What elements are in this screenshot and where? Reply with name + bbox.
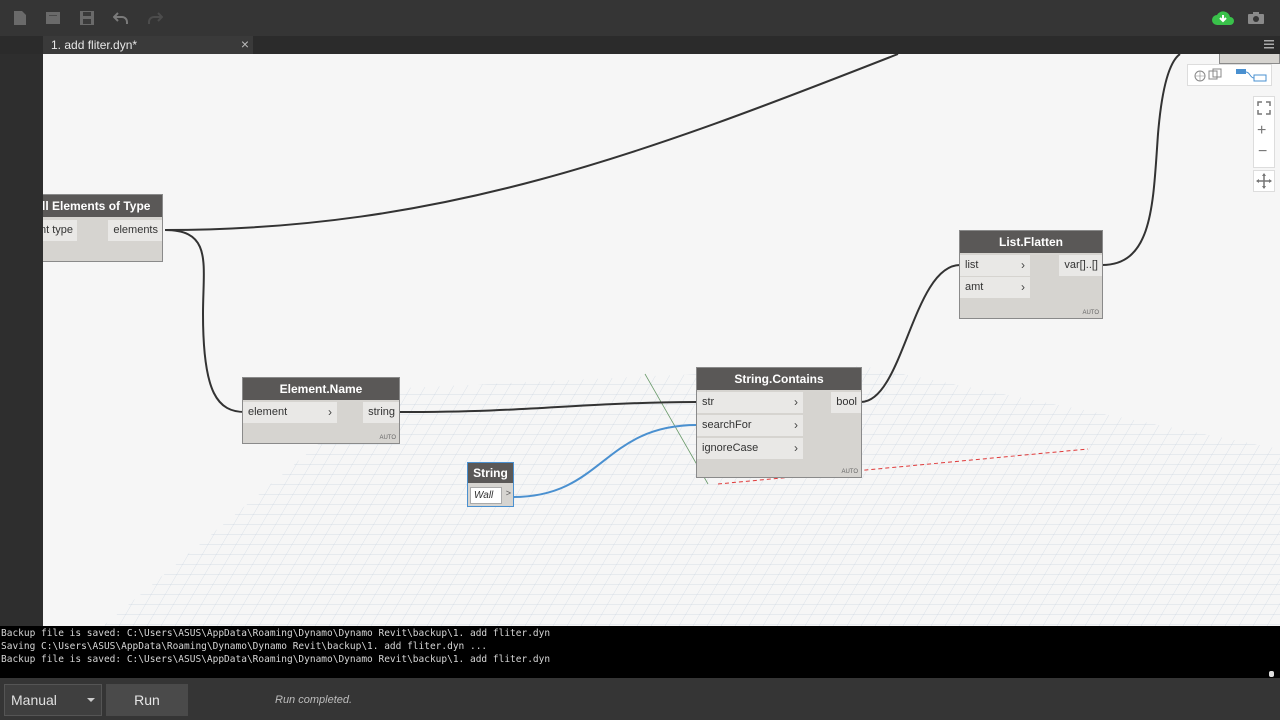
console-line: Backup file is saved: C:\Users\ASUS\AppD… — [1, 628, 551, 639]
wire-flatten-out — [1101, 54, 1181, 266]
console-scrollbar[interactable] — [1269, 671, 1274, 677]
chevron-right-icon: › — [794, 418, 798, 432]
port-ignorecase[interactable]: ignoreCase › — [697, 438, 803, 459]
tab-close-icon[interactable]: × — [241, 36, 249, 53]
graph-view-icon[interactable] — [1234, 67, 1268, 83]
port-element[interactable]: element › — [243, 402, 337, 423]
dynamo-window: 1. add fliter.dyn* × ll Elements of Type… — [0, 0, 1280, 720]
string-value-input[interactable]: Wall — [470, 487, 502, 504]
port-searchfor[interactable]: searchFor › — [697, 415, 803, 436]
wire-elements-to-element — [164, 229, 246, 413]
port-element-type[interactable]: nt type — [43, 220, 77, 241]
node-element-name[interactable]: Element.Name element › string AUTO — [242, 377, 400, 444]
node-offscreen[interactable] — [1219, 54, 1280, 64]
lacing-badge: AUTO — [841, 469, 858, 475]
port-label: searchFor — [702, 419, 752, 431]
chevron-right-icon: › — [328, 405, 332, 419]
fit-view-icon[interactable] — [1257, 101, 1271, 120]
view-toggle — [1187, 64, 1272, 86]
run-status-text: Run completed. — [275, 694, 353, 706]
port-string[interactable]: string — [363, 402, 399, 423]
wire-string-to-str — [397, 401, 698, 413]
hamburger-menu-icon[interactable] — [1262, 37, 1276, 51]
save-icon[interactable] — [78, 9, 96, 27]
chevron-down-icon — [87, 698, 95, 702]
console-output: Backup file is saved: C:\Users\ASUS\AppD… — [0, 626, 1280, 678]
chevron-right-icon: › — [794, 395, 798, 409]
port-label: str — [702, 396, 715, 408]
run-mode-select[interactable]: Manual — [4, 684, 102, 716]
library-collapsed-strip — [0, 54, 43, 626]
node-title: String — [468, 463, 513, 483]
tab-workspace[interactable]: 1. add fliter.dyn* × — [43, 36, 253, 54]
node-title: String.Contains — [697, 368, 861, 390]
cloud-download-icon[interactable] — [1211, 9, 1235, 27]
port-bool[interactable]: bool — [831, 392, 861, 413]
port-label: element — [248, 406, 288, 418]
new-file-icon[interactable] — [11, 9, 29, 27]
port-var[interactable]: var[]..[] — [1059, 255, 1102, 276]
port-elements[interactable]: elements — [108, 220, 162, 241]
lacing-badge: AUTO — [379, 435, 396, 441]
wires-layer — [164, 54, 1181, 498]
port-label: list — [965, 259, 979, 271]
port-list[interactable]: list › — [960, 255, 1030, 276]
open-icon[interactable] — [44, 9, 62, 27]
chevron-right-icon: › — [1021, 258, 1025, 272]
camera-icon[interactable] — [1247, 9, 1265, 27]
zoom-out-icon[interactable]: − — [1258, 144, 1267, 160]
node-list-flatten[interactable]: List.Flatten list › amt › var[]..[] AUTO — [959, 230, 1103, 319]
port-str[interactable]: str › — [697, 392, 803, 413]
port-amt[interactable]: amt › — [960, 277, 1030, 298]
console-line: Backup file is saved: C:\Users\ASUS\AppD… — [1, 654, 551, 665]
node-title: Element.Name — [243, 378, 399, 400]
run-mode-value: Manual — [11, 692, 57, 708]
wire-bool-to-list — [860, 264, 961, 403]
execution-bar — [0, 678, 1280, 720]
wire-wall-to-searchfor — [512, 424, 698, 498]
zoom-controls: + − — [1253, 96, 1275, 168]
pan-icon[interactable] — [1253, 170, 1275, 192]
port-label: amt — [965, 281, 984, 293]
console-line: Saving C:\Users\ASUS\AppData\Roaming\Dyn… — [1, 641, 488, 652]
chevron-right-icon: › — [1021, 280, 1025, 294]
port-string-out[interactable]: > — [506, 488, 511, 498]
lacing-badge: AUTO — [1082, 310, 1099, 316]
node-title: ll Elements of Type — [43, 195, 162, 217]
node-string[interactable]: String Wall > — [467, 462, 514, 507]
zoom-in-icon[interactable]: + — [1257, 123, 1266, 139]
chevron-right-icon: › — [794, 441, 798, 455]
redo-icon[interactable] — [146, 9, 164, 27]
top-toolbar — [0, 0, 1280, 36]
tab-label: 1. add fliter.dyn* — [51, 38, 138, 52]
run-button[interactable]: Run — [106, 684, 188, 716]
geometry-view-icon[interactable] — [1192, 67, 1226, 83]
port-label: ignoreCase — [702, 442, 759, 454]
node-all-elements-of-type[interactable]: ll Elements of Type nt type elements — [43, 194, 163, 262]
wire-elements-to-top — [164, 54, 899, 231]
graph-canvas[interactable]: ll Elements of Type nt type elements Ele… — [43, 54, 1280, 626]
node-title: List.Flatten — [960, 231, 1102, 253]
node-string-contains[interactable]: String.Contains str › searchFor › ignoreCa… — [696, 367, 862, 478]
undo-icon[interactable] — [112, 9, 130, 27]
